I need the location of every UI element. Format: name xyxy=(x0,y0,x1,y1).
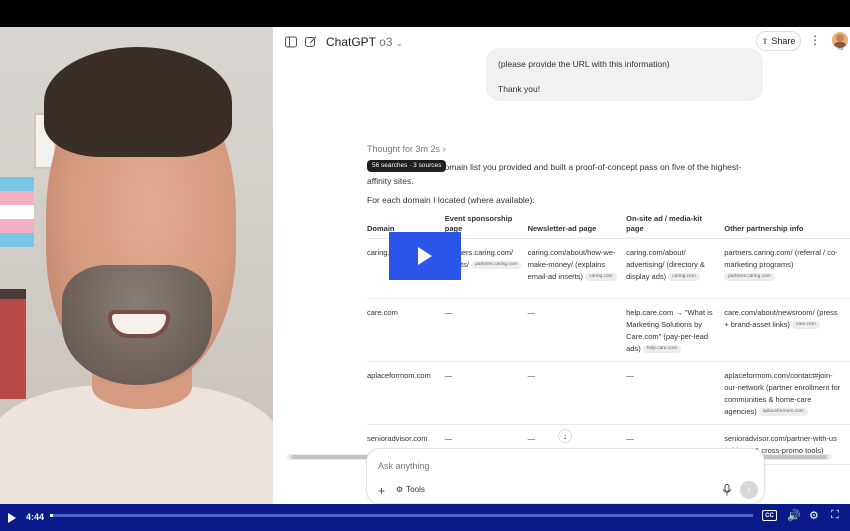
event-cell: — xyxy=(444,298,528,362)
event-cell: — xyxy=(444,361,528,425)
thought-duration[interactable]: Thought for 3m 2s › xyxy=(367,144,446,154)
play-icon[interactable] xyxy=(8,513,16,523)
table-row: care.com — — help.care.com → "What is Ma… xyxy=(367,298,850,362)
for-each-text: For each domain I located (where availab… xyxy=(367,195,535,205)
scroll-down-icon[interactable]: ↓ xyxy=(558,429,572,443)
bookshelf xyxy=(0,289,26,399)
send-button[interactable]: ↑ xyxy=(740,481,758,499)
share-button[interactable]: ⇪ Share xyxy=(756,31,801,51)
cell-text: partners.caring.com/ (referral / co-mark… xyxy=(724,248,838,269)
volume-icon[interactable]: 🔊 xyxy=(787,509,801,522)
source-chip[interactable]: aplaceformom.com xyxy=(758,408,808,417)
progress-bar[interactable] xyxy=(50,514,753,517)
avatar-label: RA xyxy=(838,46,844,51)
tools-icon: ⚙ xyxy=(396,485,404,494)
domain-cell: care.com xyxy=(367,298,445,362)
video-controls: 4:44 CC 🔊 ⚙ ⛶ xyxy=(0,504,850,531)
tools-button[interactable]: ⚙ Tools xyxy=(396,485,425,494)
arrow-up-icon: ↑ xyxy=(746,484,752,496)
source-chip[interactable]: partners.caring.com xyxy=(724,273,775,282)
chatgpt-window: ChatGPT o3 ⌄ ⇪ Share ⋮ RA (please provid… xyxy=(273,27,850,504)
current-time: 4:44 xyxy=(26,512,45,522)
newsletter-cell: — xyxy=(527,361,627,425)
fullscreen-icon[interactable]: ⛶ xyxy=(831,509,839,522)
user-message-line: (please provide the URL with this inform… xyxy=(498,59,670,69)
chevron-right-icon: › xyxy=(442,144,446,154)
table-row: aplaceformom.com — — — aplaceformom.com/… xyxy=(367,361,850,425)
model-selector[interactable]: ChatGPT o3 ⌄ xyxy=(326,35,403,49)
presenter-mouth xyxy=(108,310,170,338)
captions-button[interactable]: CC xyxy=(762,510,777,521)
thought-label: Thought for 3m 2s xyxy=(367,144,441,154)
progress-fill xyxy=(50,514,53,517)
source-chip[interactable]: help.care.com xyxy=(642,345,681,354)
onsite-cell: — xyxy=(626,361,725,425)
source-chip[interactable]: partners.caring.com xyxy=(471,261,522,270)
message-input[interactable] xyxy=(378,459,708,473)
other-cell: partners.caring.com/ (referral / co-mark… xyxy=(724,238,850,299)
onsite-cell: caring.com/about/ advertising/ (director… xyxy=(626,238,725,299)
more-options-icon[interactable]: ⋮ xyxy=(809,33,821,47)
column-header: On-site ad / media-kit page xyxy=(626,214,725,239)
other-cell: aplaceformom.com/contact#join-our-networ… xyxy=(724,361,850,425)
user-message-thanks: Thank you! xyxy=(498,84,541,94)
video-play-button[interactable] xyxy=(389,232,461,280)
plus-icon[interactable]: + xyxy=(378,484,385,498)
onsite-cell: help.care.com → "What is Marketing Solut… xyxy=(626,298,725,362)
domain-cell: aplaceformom.com xyxy=(367,361,445,425)
sources-tooltip: 56 searches · 3 sources xyxy=(367,160,447,172)
new-chat-icon[interactable] xyxy=(303,34,319,50)
composer: + ⚙ Tools ↑ xyxy=(366,448,765,504)
cell-text: care.com/about/newsroom/ (press + brand-… xyxy=(724,308,838,329)
webcam-feed xyxy=(0,27,273,504)
presenter-hair xyxy=(44,47,232,157)
user-message: (please provide the URL with this inform… xyxy=(486,48,763,101)
newsletter-cell: — xyxy=(527,298,627,362)
play-icon xyxy=(418,247,432,265)
column-header: Other partnership info xyxy=(724,214,850,239)
source-chip[interactable]: caring.com xyxy=(585,273,617,282)
chevron-down-icon: ⌄ xyxy=(395,39,403,48)
source-chip[interactable]: care.com xyxy=(792,321,820,330)
tools-label: Tools xyxy=(406,485,425,494)
other-cell: care.com/about/newsroom/ (press + brand-… xyxy=(724,298,850,362)
column-header: Newsletter-ad page xyxy=(527,214,627,239)
source-chip[interactable]: caring.com xyxy=(668,273,700,282)
letterbox-top xyxy=(0,0,850,27)
pride-flag xyxy=(0,177,34,247)
share-label: Share xyxy=(771,36,796,46)
share-icon: ⇪ xyxy=(761,36,769,46)
sidebar-toggle-icon[interactable] xyxy=(283,34,299,50)
intro-text-line2: affinity sites. xyxy=(367,176,414,186)
settings-gear-icon[interactable]: ⚙ xyxy=(809,509,819,522)
newsletter-cell: caring.com/about/how-we-make-money/ (exp… xyxy=(527,238,627,299)
model-name: o3 xyxy=(379,35,393,49)
app-title: ChatGPT xyxy=(326,35,376,49)
bookshelf-top xyxy=(0,289,26,299)
microphone-icon[interactable] xyxy=(722,484,734,496)
